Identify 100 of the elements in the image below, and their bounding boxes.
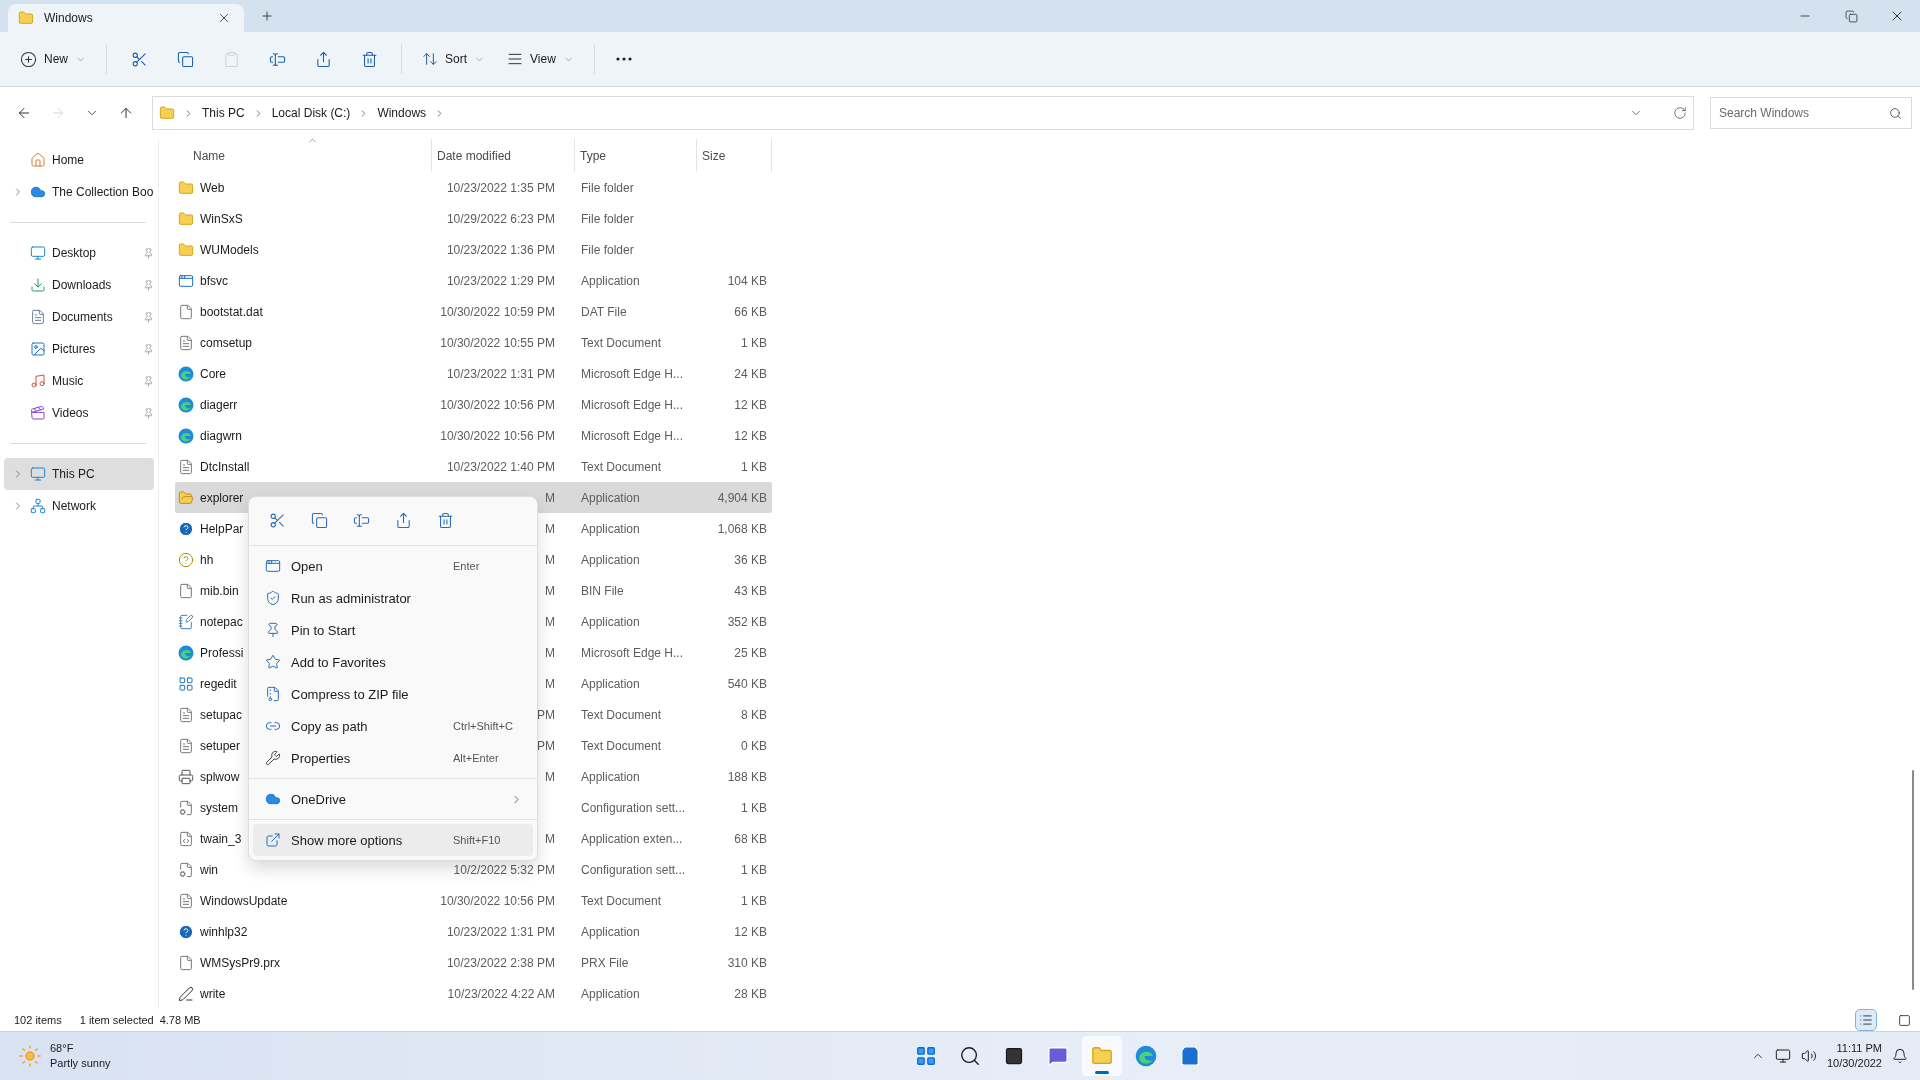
date-modified: 10/23/2022 1:35 PM bbox=[446, 180, 555, 195]
file-size: 352 KB bbox=[727, 614, 767, 629]
file-name: write bbox=[200, 986, 226, 1001]
file-size: 43 KB bbox=[734, 583, 767, 598]
file-name: winhlp32 bbox=[200, 924, 248, 939]
file-size: 1,068 KB bbox=[717, 521, 767, 536]
file-size: 1 KB bbox=[741, 459, 767, 474]
file-type: Text Document bbox=[581, 707, 662, 722]
file-type: Application bbox=[581, 924, 640, 939]
file-name: notepac bbox=[200, 614, 243, 629]
file-size: 8 KB bbox=[741, 707, 767, 722]
file-name: splwow bbox=[200, 769, 240, 784]
file-type: Text Document bbox=[581, 335, 662, 350]
date-modified: PM bbox=[537, 738, 555, 753]
file-name: comsetup bbox=[200, 335, 253, 350]
date-modified: 10/29/2022 6:23 PM bbox=[446, 211, 555, 226]
clock-date: 10/30/2022 bbox=[1826, 1056, 1882, 1071]
file-size: 24 KB bbox=[734, 366, 767, 381]
file-name: system bbox=[200, 800, 238, 815]
date-modified: M bbox=[545, 521, 555, 536]
file-size: 1 KB bbox=[741, 335, 767, 350]
file-name: hh bbox=[200, 552, 214, 567]
file-type: Text Document bbox=[581, 459, 662, 474]
file-type: Application bbox=[581, 614, 640, 629]
file-name: explorer bbox=[200, 490, 244, 505]
file-type: Configuration sett... bbox=[581, 862, 686, 877]
date-modified: M bbox=[545, 490, 555, 505]
file-type: Application bbox=[581, 521, 640, 536]
file-type: Text Document bbox=[581, 738, 662, 753]
date-modified: M bbox=[545, 614, 555, 629]
date-modified: 10/30/2022 10:56 PM bbox=[440, 428, 555, 443]
file-name: setupac bbox=[200, 707, 243, 722]
file-size: 68 KB bbox=[734, 831, 767, 846]
file-size: 1 KB bbox=[741, 800, 767, 815]
date-modified: 10/30/2022 10:55 PM bbox=[440, 335, 555, 350]
file-size: 104 KB bbox=[727, 273, 767, 288]
file-name: diagerr bbox=[200, 397, 238, 412]
file-name: WMSysPr9.prx bbox=[200, 955, 280, 970]
date-modified: M bbox=[545, 583, 555, 598]
clock-time: 11:11 PM bbox=[1836, 1041, 1882, 1056]
date-modified: M bbox=[545, 676, 555, 691]
date-modified: 10/23/2022 1:40 PM bbox=[446, 459, 555, 474]
file-name: setuper bbox=[200, 738, 241, 753]
date-modified: M bbox=[545, 769, 555, 784]
file-size: 66 KB bbox=[734, 304, 767, 319]
file-type: Application bbox=[581, 490, 640, 505]
file-name: WinSxS bbox=[200, 211, 243, 226]
file-name: WUModels bbox=[200, 242, 259, 257]
file-type: BIN File bbox=[581, 583, 624, 598]
date-modified: 10/30/2022 10:56 PM bbox=[440, 397, 555, 412]
date-modified: 10/30/2022 10:59 PM bbox=[440, 304, 555, 319]
file-size: 1 KB bbox=[741, 893, 767, 908]
file-type: File folder bbox=[581, 211, 634, 226]
date-modified: 10/23/2022 4:22 AM bbox=[447, 986, 555, 1001]
file-size: 12 KB bbox=[734, 397, 767, 412]
file-type: Microsoft Edge H... bbox=[581, 645, 684, 660]
date-modified: 10/23/2022 1:29 PM bbox=[446, 273, 555, 288]
file-type: Microsoft Edge H... bbox=[581, 428, 684, 443]
file-type: Text Document bbox=[581, 893, 662, 908]
file-name: DtcInstall bbox=[200, 459, 250, 474]
file-name: Web bbox=[200, 180, 225, 195]
date-modified: M bbox=[545, 645, 555, 660]
file-size: 310 KB bbox=[727, 955, 767, 970]
file-name: bootstat.dat bbox=[200, 304, 263, 319]
file-type: Configuration sett... bbox=[581, 800, 686, 815]
file-type: PRX File bbox=[581, 955, 629, 970]
file-name: diagwrn bbox=[200, 428, 243, 443]
date-modified: 10/23/2022 1:31 PM bbox=[446, 924, 555, 939]
file-type: Application bbox=[581, 676, 640, 691]
selection-size: 4.78 MB bbox=[159, 1014, 201, 1026]
file-name: mib.bin bbox=[200, 583, 239, 598]
weather-condition: Partly sunny bbox=[50, 1056, 111, 1071]
date-modified: 10/23/2022 1:31 PM bbox=[446, 366, 555, 381]
file-name: win bbox=[200, 862, 218, 877]
file-name: WindowsUpdate bbox=[200, 893, 288, 908]
date-modified: PM bbox=[537, 707, 555, 722]
file-type: DAT File bbox=[581, 304, 627, 319]
file-name: Professi bbox=[200, 645, 244, 660]
file-type: Application bbox=[581, 986, 640, 1001]
date-modified: 10/30/2022 10:56 PM bbox=[440, 893, 555, 908]
file-size: 12 KB bbox=[734, 428, 767, 443]
file-type: Application exten... bbox=[581, 831, 683, 846]
temperature: 68°F bbox=[50, 1041, 75, 1056]
file-size: 4,904 KB bbox=[717, 490, 767, 505]
date-modified: M bbox=[545, 831, 555, 846]
date-modified: M bbox=[545, 552, 555, 567]
file-type: Application bbox=[581, 769, 640, 784]
file-size: 36 KB bbox=[734, 552, 767, 567]
file-size: 1 KB bbox=[741, 862, 767, 877]
file-size: 28 KB bbox=[734, 986, 767, 1001]
file-name: bfsvc bbox=[200, 273, 228, 288]
file-size: 188 KB bbox=[727, 769, 767, 784]
file-size: 25 KB bbox=[734, 645, 767, 660]
file-type: Microsoft Edge H... bbox=[581, 397, 684, 412]
file-name: regedit bbox=[200, 676, 237, 691]
file-type: Microsoft Edge H... bbox=[581, 366, 684, 381]
file-size: 540 KB bbox=[727, 676, 767, 691]
file-type: Application bbox=[581, 552, 640, 567]
file-name: HelpPar bbox=[200, 521, 244, 536]
file-type: File folder bbox=[581, 242, 634, 257]
